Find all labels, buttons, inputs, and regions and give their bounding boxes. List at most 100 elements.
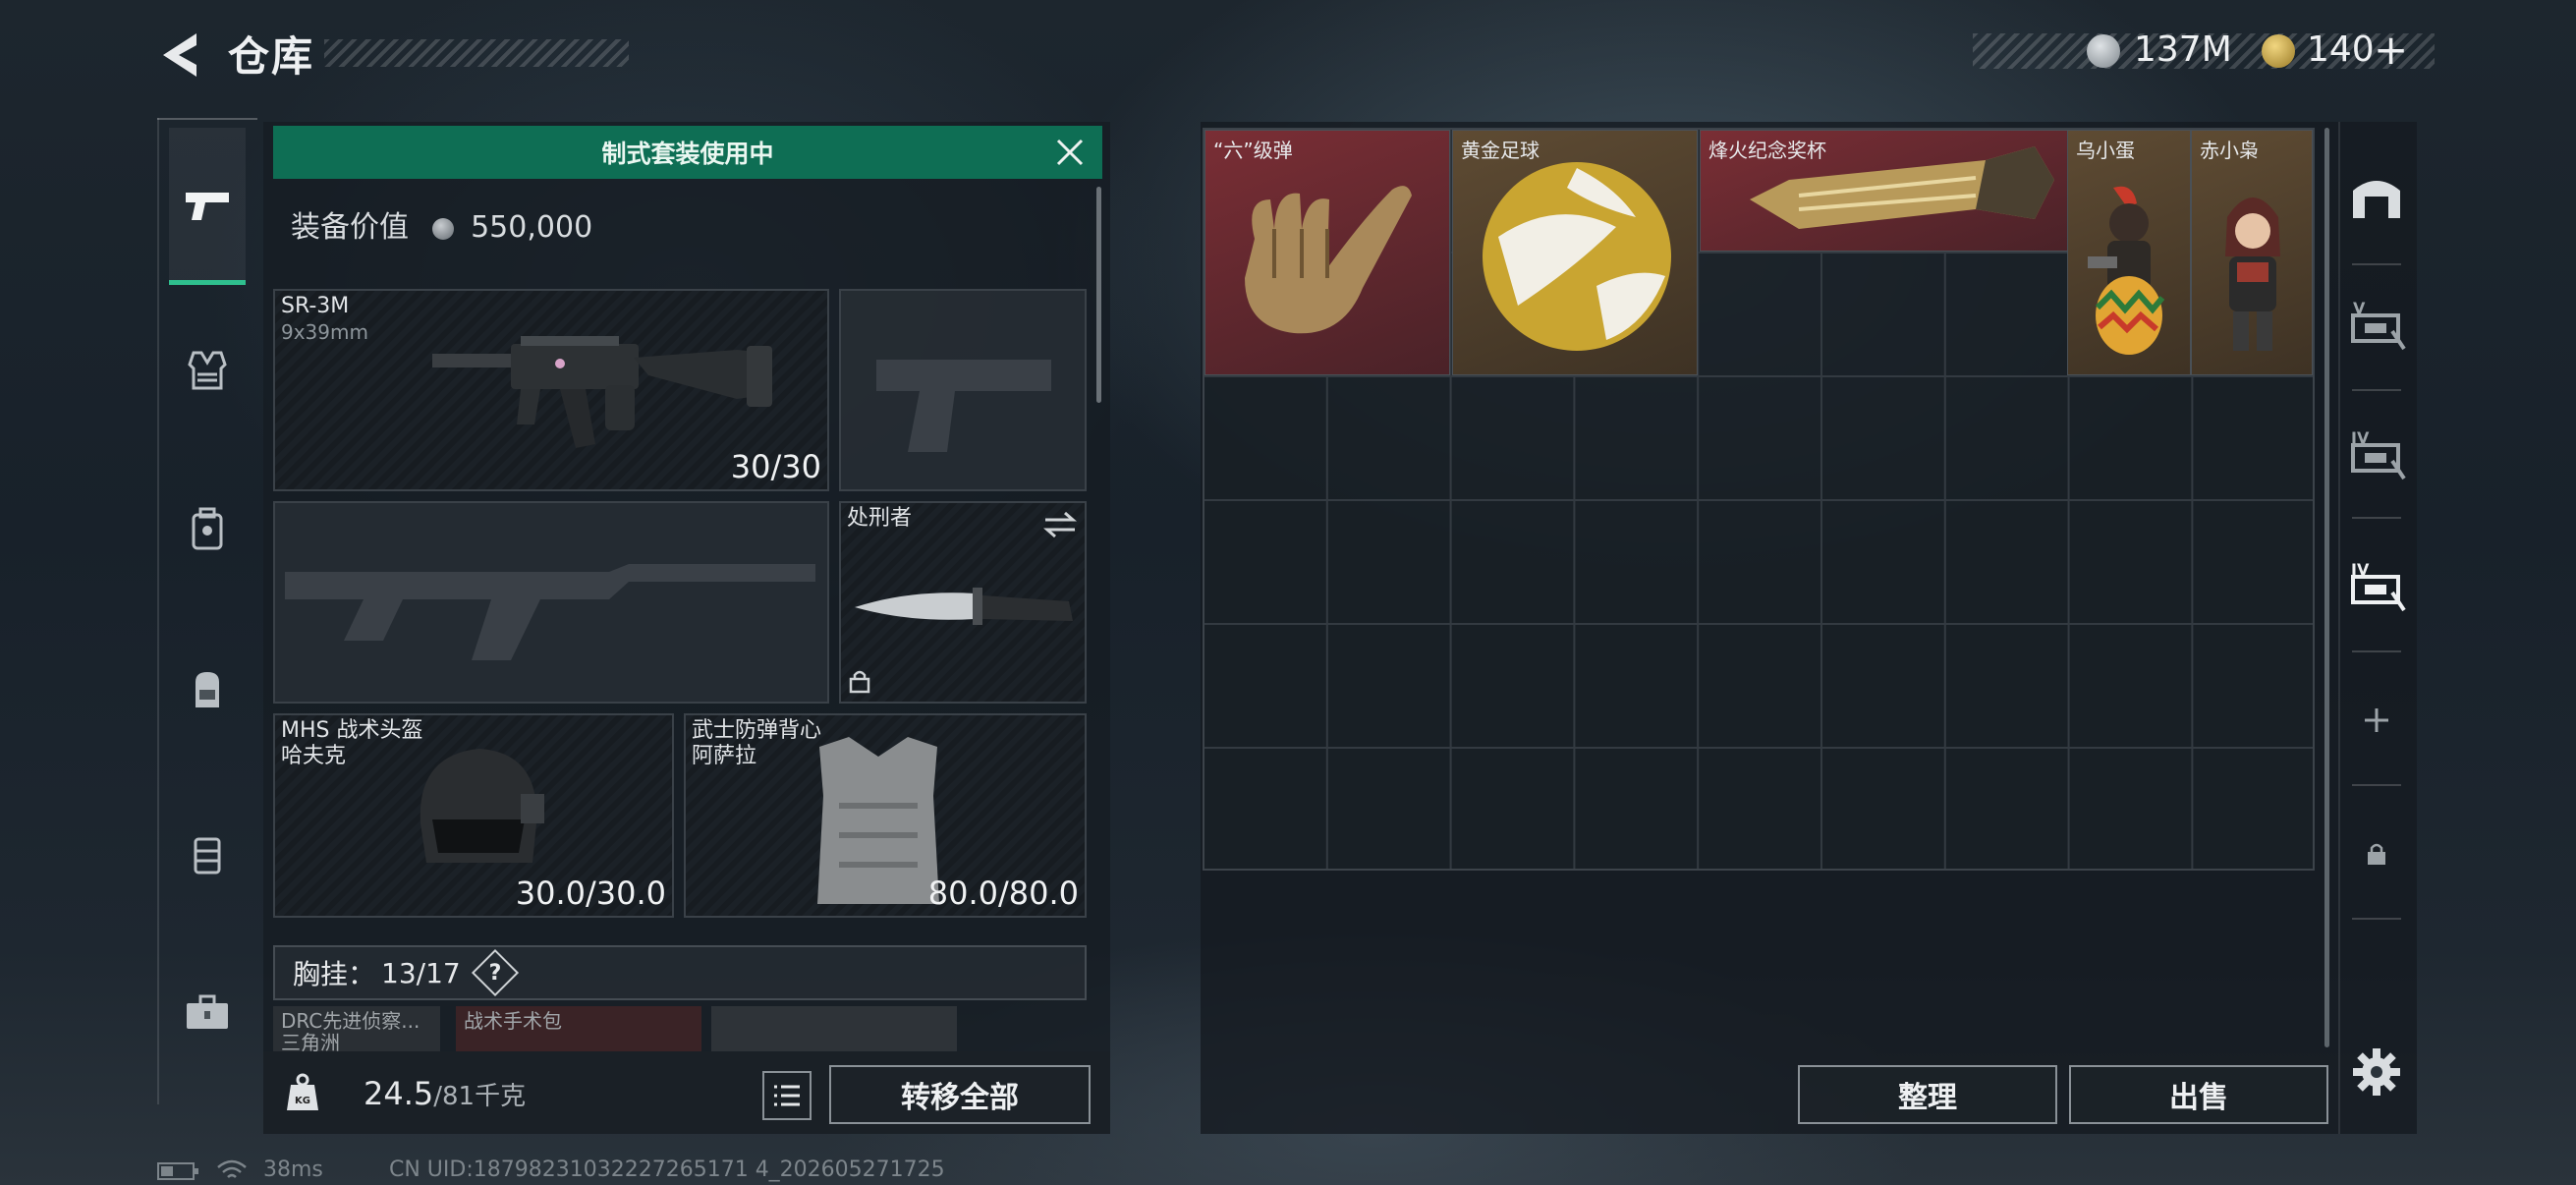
carry-weight: 24.5/81千克 (364, 1075, 526, 1112)
silver-coin-icon (2087, 34, 2120, 68)
loadout-scrollbar[interactable] (1096, 187, 1101, 403)
stash-item-egg-figure-name: 乌小蛋 (2076, 139, 2135, 162)
weight-icon: KG (287, 1073, 318, 1110)
equipment-value: 装备价值 550,000 (291, 202, 592, 246)
primary-weapon-slot-2[interactable] (273, 501, 829, 704)
rig-item-1-name: DRC先进侦察... (281, 1009, 420, 1033)
tab-backpack-small[interactable] (169, 491, 246, 568)
add-currency-button[interactable]: + (2374, 26, 2408, 74)
plus-icon (2365, 708, 2388, 732)
lock-icon (849, 670, 870, 694)
melee-slot[interactable]: 处刑者 (839, 501, 1087, 704)
armor-durability: 80.0/80.0 (927, 875, 1079, 912)
stash-tab-rail (2338, 122, 2415, 1134)
vest-icon (817, 737, 939, 904)
rifle-silhouette-icon (285, 564, 815, 660)
help-button[interactable]: ? (471, 948, 519, 997)
svg-text:V: V (2353, 299, 2366, 317)
stash-scrollbar[interactable] (2324, 128, 2329, 1047)
primary-ammo-count: 30/30 (730, 448, 821, 485)
stash-tab-iv-2[interactable]: IV (2344, 552, 2409, 617)
case-icon (194, 837, 221, 875)
helmet-name: MHS 战术头盔 (281, 718, 423, 743)
tab-weapons[interactable] (169, 128, 246, 285)
gear-icon (2353, 1048, 2400, 1096)
tab-backpack[interactable] (169, 650, 246, 727)
carry-weight-max: /81千克 (433, 1082, 527, 1111)
stash-tab-iv-1[interactable]: IV (2344, 421, 2409, 485)
lock-icon (2368, 843, 2385, 865)
transfer-all-button[interactable]: 转移全部 (829, 1065, 1091, 1124)
page-title: 仓库 (228, 32, 315, 81)
gold-currency: 140 (2307, 29, 2375, 70)
stash-tab-main[interactable] (2344, 163, 2409, 228)
title-decor-stripe (324, 39, 629, 67)
pouch-icon (192, 507, 223, 550)
primary-weapon-slot[interactable]: SR-3M 9x39mm 30/30 (273, 289, 829, 491)
sell-button[interactable]: 出售 (2069, 1065, 2328, 1124)
stash-item-ammo-name: “六”级弹 (1213, 139, 1293, 162)
armor-brand: 阿萨拉 (692, 744, 757, 768)
settings-button[interactable] (2352, 1047, 2401, 1097)
tab-vest[interactable] (169, 332, 246, 409)
warehouse-icon (2353, 181, 2400, 218)
rail-divider (2352, 784, 2401, 786)
rail-divider (2352, 263, 2401, 265)
vest-icon (188, 351, 227, 390)
hand-sign-icon (1245, 186, 1412, 334)
help-icon: ? (488, 960, 502, 986)
gold-coin-icon (2262, 34, 2295, 68)
stash-tab-v[interactable]: V (2344, 291, 2409, 356)
rail-top-line (157, 118, 257, 120)
uid-readout: CN UID:18798231032227265171 4_2026052717… (389, 1157, 945, 1182)
chest-rig-label: 胸挂： (293, 958, 376, 990)
svg-text:KG: KG (295, 1096, 310, 1106)
football-icon (1483, 162, 1671, 351)
back-button[interactable] (157, 29, 202, 81)
helmet-durability: 30.0/30.0 (515, 875, 666, 912)
add-stash-button[interactable] (2344, 688, 2409, 753)
stash-item-owl-figure[interactable]: 赤小枭 (2191, 130, 2313, 375)
armor-name: 武士防弹背心 (692, 718, 822, 743)
rig-item-2-name: 战术手术包 (464, 1009, 562, 1033)
rig-item-3[interactable] (711, 1006, 957, 1051)
silver-coin-icon (431, 217, 454, 240)
stash-item-egg-figure[interactable]: 乌小蛋 (2067, 130, 2191, 375)
stash-item-ammo[interactable]: “六”级弹 (1204, 130, 1450, 375)
close-banner-button[interactable] (1053, 136, 1087, 169)
battery-icon (157, 1162, 198, 1180)
helmet-slot[interactable]: MHS 战术头盔 哈夫克 30.0/30.0 (273, 713, 674, 918)
rig-item-2[interactable]: 战术手术包 (456, 1006, 701, 1051)
rig-item-1[interactable]: DRC先进侦察... 三角洲 (273, 1006, 440, 1051)
primary-weapon-name: SR-3M (281, 294, 350, 318)
primary-weapon-caliber: 9x39mm (281, 320, 368, 344)
secondary-weapon-slot[interactable] (839, 289, 1087, 491)
helmet-brand: 哈夫克 (281, 744, 347, 768)
trophy-icon (1750, 146, 2054, 229)
stash-item-trophy[interactable]: 烽火纪念奖杯 (1700, 130, 2069, 252)
knife-icon (855, 588, 1073, 625)
silver-currency: 137M (2134, 29, 2232, 70)
tab-toolbox[interactable] (169, 975, 246, 1051)
svg-text:IV: IV (2351, 560, 2370, 579)
back-arrow-icon (163, 33, 196, 77)
expansion-case-icon: IV (2351, 560, 2406, 612)
svg-text:IV: IV (2351, 428, 2370, 447)
rail-divider (2352, 517, 2401, 519)
stash-item-owl-figure-name: 赤小枭 (2200, 139, 2259, 162)
sort-button[interactable]: 整理 (1798, 1065, 2057, 1124)
rail-divider (2352, 650, 2401, 652)
ping-readout: 38ms (263, 1157, 323, 1182)
backpack-icon (196, 672, 219, 707)
chest-rig-header: 胸挂： 13/17 ? (273, 945, 1087, 1000)
tab-container[interactable] (169, 816, 246, 892)
armor-slot[interactable]: 武士防弹背心 阿萨拉 80.0/80.0 (684, 713, 1087, 918)
swap-icon[interactable] (1043, 511, 1077, 538)
sr3m-rifle-icon (432, 336, 772, 448)
locked-stash-slot[interactable] (2344, 821, 2409, 886)
list-view-button[interactable] (762, 1071, 812, 1120)
stash-item-golden-football[interactable]: 黄金足球 (1452, 130, 1698, 375)
equipment-value-amount: 550,000 (471, 210, 593, 245)
rail-divider (2352, 918, 2401, 920)
preset-banner: 制式套装使用中 (273, 126, 1102, 179)
